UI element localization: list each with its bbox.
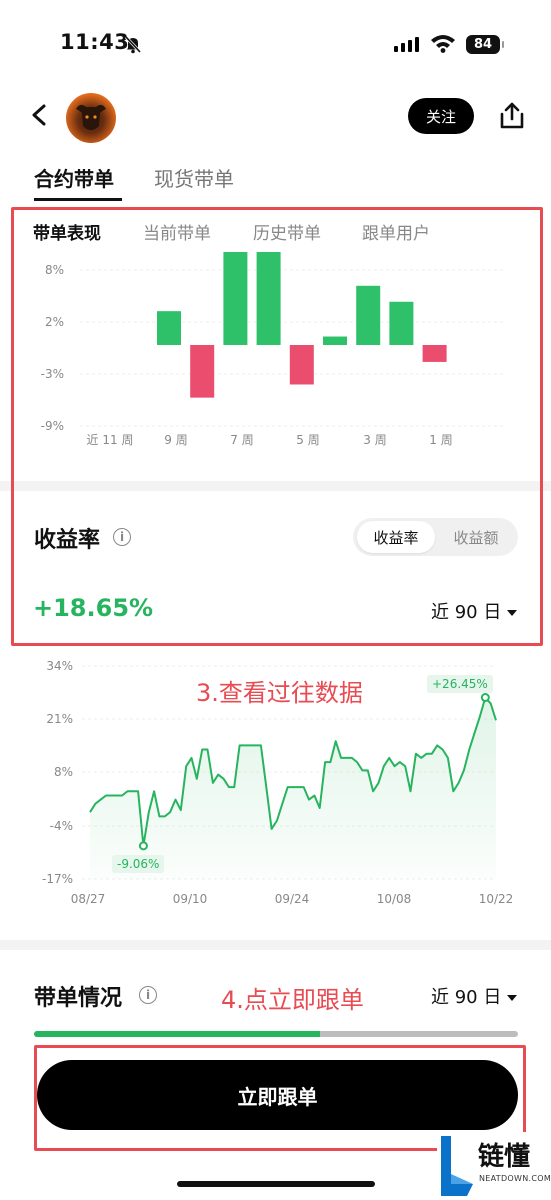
subtab-history-orders[interactable]: 历史带单 bbox=[253, 219, 321, 244]
bar bbox=[223, 252, 248, 345]
bar bbox=[190, 345, 215, 398]
period-label: 近 90 日 bbox=[431, 602, 502, 623]
watermark-logo-icon bbox=[441, 1136, 473, 1196]
share-icon[interactable] bbox=[498, 100, 526, 130]
progress-fill bbox=[34, 1031, 320, 1037]
toggle-yield-rate[interactable]: 收益率 bbox=[357, 521, 435, 553]
caret-down-icon bbox=[507, 610, 518, 616]
battery-icon: 84 bbox=[466, 35, 504, 54]
copy-status-title: 带单情况 bbox=[34, 986, 123, 1011]
back-icon[interactable] bbox=[28, 101, 50, 129]
x-tick-label: 3 周 bbox=[363, 433, 386, 447]
watermark-text: 链懂 bbox=[478, 1142, 531, 1172]
yield-toggle: 收益率 收益额 bbox=[353, 518, 518, 556]
x-tick-label: 7 周 bbox=[230, 433, 253, 447]
y-tick-label: -9% bbox=[41, 419, 64, 433]
x-tick-label: 10/08 bbox=[377, 892, 412, 906]
x-tick-label: 5 周 bbox=[296, 433, 319, 447]
subtab-current-orders[interactable]: 当前带单 bbox=[143, 219, 211, 244]
copy-progress-bar bbox=[34, 1031, 518, 1037]
x-tick-label: 1 周 bbox=[429, 433, 452, 447]
min-point bbox=[138, 841, 148, 851]
period-dropdown-2[interactable]: 近 90 日 bbox=[431, 983, 518, 1009]
bar bbox=[323, 336, 347, 345]
weekly-bar-chart: 8% 2% -3% -9% 近 11 周 9 周 7 周 5 周 3 周 1 周 bbox=[41, 252, 505, 447]
period-label-2: 近 90 日 bbox=[431, 987, 502, 1008]
bar bbox=[356, 285, 381, 345]
bar bbox=[256, 252, 281, 345]
copy-now-button[interactable]: 立即跟单 bbox=[37, 1060, 518, 1130]
subtab-performance[interactable]: 带单表现 bbox=[33, 219, 101, 244]
caret-down-icon bbox=[507, 995, 518, 1001]
bar bbox=[157, 311, 181, 345]
line-area-fill bbox=[90, 697, 496, 879]
info-icon-2[interactable]: i bbox=[139, 986, 157, 1004]
y-tick-label: 8% bbox=[45, 263, 64, 277]
y-tick-label: -4% bbox=[50, 819, 73, 833]
annotation-step3: 3.查看过往数据 bbox=[196, 679, 363, 707]
tab-spot-copy[interactable]: 现货带单 bbox=[154, 163, 234, 192]
wifi-icon bbox=[431, 35, 455, 53]
x-tick-label: 09/24 bbox=[275, 892, 310, 906]
y-tick-label: 2% bbox=[45, 315, 64, 329]
toggle-yield-amount[interactable]: 收益额 bbox=[437, 521, 515, 553]
info-icon[interactable]: i bbox=[113, 528, 131, 546]
annotation-step4: 4.点立即跟单 bbox=[221, 986, 364, 1014]
bar bbox=[289, 345, 314, 385]
bull-logo-icon bbox=[76, 104, 106, 130]
silent-bell-icon bbox=[124, 35, 142, 54]
max-point bbox=[480, 693, 490, 703]
watermark-subtext: NEATDOWN.COM bbox=[479, 1174, 551, 1183]
cellular-signal-icon bbox=[394, 37, 419, 52]
follow-button[interactable]: 关注 bbox=[408, 98, 474, 134]
x-tick-label: 9 周 bbox=[164, 433, 187, 447]
home-indicator[interactable] bbox=[177, 1181, 375, 1187]
section-divider bbox=[0, 481, 551, 491]
x-tick-label: 近 11 周 bbox=[87, 433, 134, 447]
active-tab-underline bbox=[34, 198, 122, 201]
x-tick-label: 10/22 bbox=[479, 892, 514, 906]
y-tick-label: -17% bbox=[42, 872, 73, 886]
avatar[interactable] bbox=[66, 93, 116, 143]
x-tick-label: 08/27 bbox=[71, 892, 106, 906]
subtab-followers[interactable]: 跟单用户 bbox=[362, 219, 430, 244]
watermark: 链懂 NEATDOWN.COM bbox=[437, 1132, 551, 1200]
y-tick-label: 34% bbox=[46, 659, 73, 673]
y-tick-label: -3% bbox=[41, 367, 64, 381]
app-screen: 11:43 84 关注 合约带单 现货带单 带单表现 当前带单 历史带单 跟单用… bbox=[0, 0, 551, 1200]
y-tick-label: 21% bbox=[46, 712, 73, 726]
y-tick-label: 8% bbox=[54, 765, 73, 779]
bar bbox=[389, 301, 414, 345]
period-dropdown[interactable]: 近 90 日 bbox=[431, 598, 518, 624]
x-tick-label: 09/10 bbox=[173, 892, 208, 906]
status-time: 11:43 bbox=[60, 30, 130, 54]
max-value-tag: +26.45% bbox=[427, 675, 493, 693]
bar bbox=[422, 345, 447, 362]
min-value-tag: -9.06% bbox=[112, 855, 165, 873]
tab-contract-copy[interactable]: 合约带单 bbox=[34, 163, 114, 192]
yield-value: +18.65% bbox=[33, 594, 154, 622]
yield-title: 收益率 bbox=[34, 528, 101, 553]
section-divider-2 bbox=[0, 940, 551, 950]
